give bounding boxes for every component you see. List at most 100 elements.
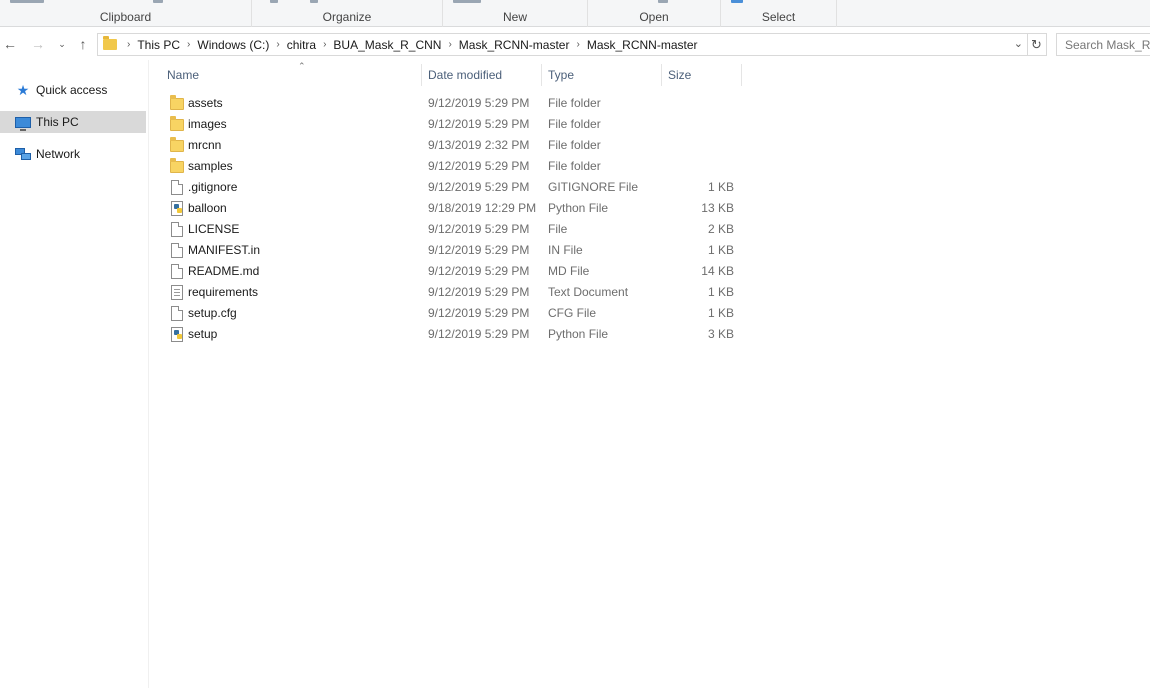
breadcrumb-mask-rcnn-master-current[interactable]: Mask_RCNN-master (587, 38, 698, 52)
folder-icon (170, 158, 184, 173)
file-name: LICENSE (188, 222, 240, 236)
file-type: File folder (548, 117, 601, 131)
file-size: 13 KB (701, 201, 734, 215)
breadcrumb-chitra[interactable]: chitra › (287, 38, 334, 52)
column-header-type[interactable]: Type (542, 64, 662, 86)
breadcrumb-windows-c[interactable]: Windows (C:) › (197, 38, 286, 52)
folder-icon (103, 36, 117, 50)
forward-button[interactable]: → (29, 33, 47, 55)
sidebar-item-this-pc[interactable]: This PC (0, 111, 146, 133)
file-name: .gitignore (188, 180, 238, 194)
sidebar-item-quick-access[interactable]: ★ Quick access (0, 79, 146, 101)
column-header-label: Name (167, 68, 200, 82)
file-row[interactable]: mrcnn 9/13/2019 2:32 PM File folder (166, 135, 746, 156)
column-header-date-modified[interactable]: Date modified (422, 64, 542, 86)
breadcrumb-label: Mask_RCNN-master (458, 37, 570, 52)
address-dropdown-icon[interactable]: ⌄ (1014, 37, 1023, 50)
file-size: 1 KB (707, 243, 734, 257)
file-name: balloon (188, 201, 227, 215)
breadcrumb-mask-rcnn-master[interactable]: Mask_RCNN-master › (459, 38, 587, 52)
file-date: 9/12/2019 5:29 PM (428, 222, 530, 236)
file-date: 9/12/2019 5:29 PM (428, 243, 530, 257)
file-name: README.md (188, 264, 260, 278)
arrow-right-icon: → (31, 36, 45, 52)
chevron-down-icon: ⌄ (58, 38, 66, 49)
arrow-left-icon: ← (3, 36, 17, 52)
search-input[interactable] (1056, 33, 1150, 56)
file-row[interactable]: images 9/12/2019 5:29 PM File folder (166, 114, 746, 135)
file-size: 1 KB (707, 285, 734, 299)
address-bar[interactable]: › This PC › Windows (C:) › chitra › BUA_Mas… (97, 33, 1028, 56)
file-name: requirements (188, 285, 259, 299)
breadcrumb-label: This PC (137, 37, 181, 52)
file-size: 3 KB (707, 327, 734, 341)
file-row[interactable]: balloon 9/18/2019 12:29 PM Python File 1… (166, 198, 746, 219)
file-icon (171, 180, 183, 195)
column-header-size[interactable]: Size (662, 64, 742, 86)
file-row[interactable]: samples 9/12/2019 5:29 PM File folder (166, 156, 746, 177)
chevron-right-icon: › (323, 39, 327, 50)
breadcrumb-label: BUA_Mask_R_CNN (333, 37, 442, 52)
file-size: 2 KB (707, 222, 734, 236)
chevron-right-icon: › (187, 39, 191, 50)
file-date: 9/12/2019 5:29 PM (428, 264, 530, 278)
folder-icon (170, 137, 184, 152)
file-size (664, 135, 734, 156)
file-date: 9/12/2019 5:29 PM (428, 180, 530, 194)
file-row[interactable]: requirements 9/12/2019 5:29 PM Text Docu… (166, 282, 746, 303)
column-header-label: Size (668, 68, 692, 82)
file-date: 9/12/2019 5:29 PM (428, 285, 530, 299)
file-type: IN File (548, 243, 583, 257)
breadcrumb-this-pc[interactable]: This PC › (137, 38, 197, 52)
file-icon (171, 264, 183, 279)
network-icon (15, 146, 31, 162)
file-icon (171, 243, 183, 258)
breadcrumb-label: chitra (286, 37, 317, 52)
ribbon-group-new: New (443, 0, 588, 27)
file-icon (171, 222, 183, 237)
file-size (664, 156, 734, 177)
sidebar-item-label: This PC (36, 115, 79, 129)
sidebar-item-network[interactable]: Network (0, 143, 146, 165)
navigation-bar: ← → ⌄ ↑ › This PC › Windows (C:) › chitra ›… (0, 28, 1150, 60)
file-date: 9/12/2019 5:29 PM (428, 306, 530, 320)
file-type: Python File (548, 201, 609, 215)
back-button[interactable]: ← (1, 33, 19, 55)
file-row[interactable]: LICENSE 9/12/2019 5:29 PM File 2 KB (166, 219, 746, 240)
refresh-button[interactable]: ↻ (1027, 33, 1047, 56)
file-type: Python File (548, 327, 609, 341)
up-button[interactable]: ↑ (74, 33, 92, 55)
chevron-right-icon: › (448, 39, 452, 50)
star-icon: ★ (16, 82, 30, 98)
file-name: images (188, 117, 227, 131)
file-type: File (548, 222, 568, 236)
file-type: MD File (548, 264, 590, 278)
file-name: samples (188, 159, 233, 173)
ribbon-group-label: Organize (322, 10, 372, 24)
file-list: Name ⌃ Date modified Type Size assets 9/… (150, 60, 1150, 688)
file-row[interactable]: assets 9/12/2019 5:29 PM File folder (166, 93, 746, 114)
sort-ascending-icon: ⌃ (298, 61, 306, 71)
folder-icon (170, 95, 184, 110)
file-name: setup (188, 327, 218, 341)
file-row[interactable]: .gitignore 9/12/2019 5:29 PM GITIGNORE F… (166, 177, 746, 198)
chevron-right-icon: › (127, 39, 131, 50)
file-row[interactable]: MANIFEST.in 9/12/2019 5:29 PM IN File 1 … (166, 240, 746, 261)
computer-icon (15, 114, 31, 131)
breadcrumb-bua-mask-r-cnn[interactable]: BUA_Mask_R_CNN › (333, 38, 458, 52)
ribbon-group-organize: Organize (252, 0, 443, 27)
file-row[interactable]: README.md 9/12/2019 5:29 PM MD File 14 K… (166, 261, 746, 282)
file-date: 9/12/2019 5:29 PM (428, 96, 530, 110)
file-date: 9/12/2019 5:29 PM (428, 117, 530, 131)
python-file-icon (171, 327, 183, 342)
ribbon-group-open: Open (588, 0, 721, 27)
ribbon-group-clipboard: Clipboard (0, 0, 252, 27)
column-header-name[interactable]: Name ⌃ (161, 61, 422, 86)
ribbon-group-select: Select (721, 0, 837, 27)
recent-locations-button[interactable]: ⌄ (53, 33, 71, 55)
breadcrumb-root-separator[interactable]: › (127, 39, 137, 50)
file-row[interactable]: setup.cfg 9/12/2019 5:29 PM CFG File 1 K… (166, 303, 746, 324)
sidebar-item-label: Quick access (36, 83, 108, 97)
file-row[interactable]: setup 9/12/2019 5:29 PM Python File 3 KB (166, 324, 746, 345)
file-name: mrcnn (188, 138, 222, 152)
